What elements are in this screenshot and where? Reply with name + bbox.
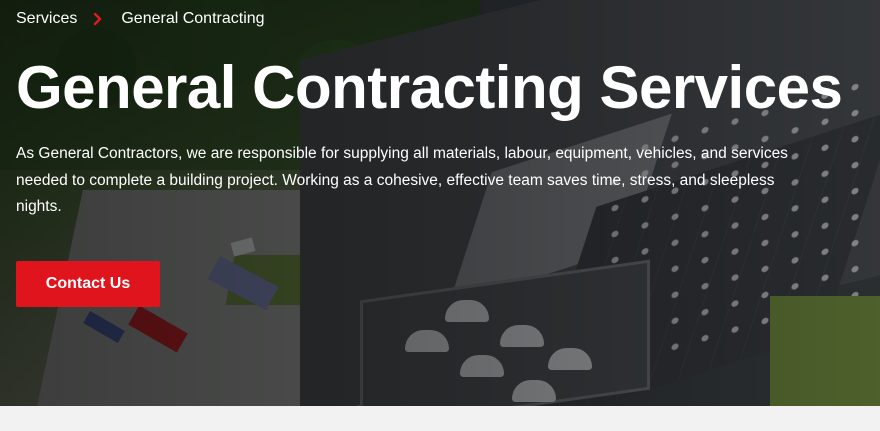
hero-section: Services General Contracting General Con… [0,0,880,406]
chevron-right-icon [93,11,103,27]
breadcrumb-current-page: General Contracting [121,10,265,27]
breadcrumb: Services General Contracting [16,10,265,28]
breadcrumb-link-services[interactable]: Services [16,10,77,28]
page-title: General Contracting Services [16,54,843,121]
page-content-area [0,406,880,431]
contact-us-button[interactable]: Contact Us [16,261,160,307]
hero-intro-text: As General Contractors, we are responsib… [16,145,788,215]
